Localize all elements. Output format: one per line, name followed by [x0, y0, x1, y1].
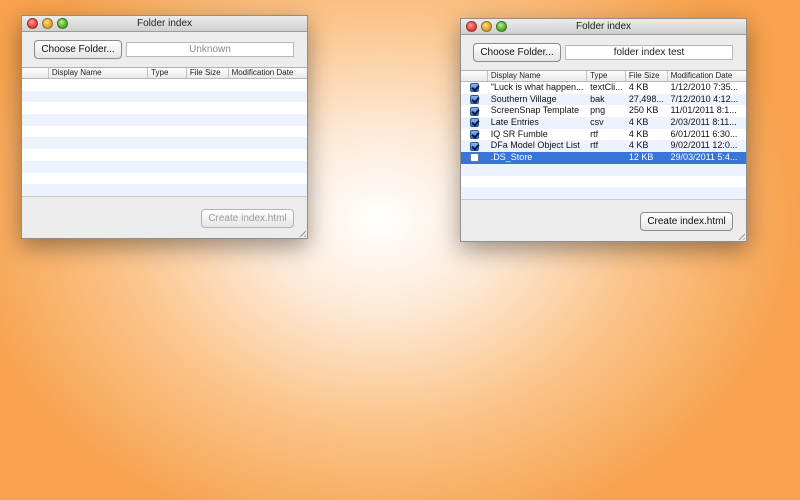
type-cell: rtf — [590, 128, 599, 139]
modification-date-cell: 1/12/2010 7:35... — [670, 82, 739, 92]
empty-row — [22, 184, 307, 196]
modification-date-cell: 29/03/2011 5:4... — [670, 152, 738, 163]
choose-folder-button[interactable]: Choose Folder... — [473, 43, 561, 62]
file-size-cell: 4 KB — [628, 140, 649, 151]
column-header-file-size[interactable]: File Size — [626, 71, 668, 81]
table-row[interactable]: Late Entries csv 4 KB 2/03/2011 8:11... — [461, 117, 746, 129]
empty-row — [22, 79, 307, 91]
table-body — [22, 79, 307, 196]
include-cell — [461, 152, 488, 164]
choose-folder-button[interactable]: Choose Folder... — [34, 40, 122, 59]
resize-grip-icon[interactable] — [297, 228, 306, 237]
empty-row — [22, 90, 307, 103]
folder-index-window-empty: Folder index Choose Folder... Unknown Di… — [21, 15, 308, 239]
minimize-window-icon[interactable] — [42, 18, 53, 29]
file-size-cell: 4 KB — [628, 128, 649, 139]
include-checkbox[interactable] — [469, 153, 479, 163]
minimize-window-icon[interactable] — [481, 21, 492, 32]
include-cell — [461, 105, 488, 117]
type-cell: textCli... — [590, 82, 623, 92]
include-checkbox[interactable] — [469, 106, 479, 116]
display-name-cell: IQ SR Fumble — [490, 128, 548, 139]
display-name-cell: "Luck is what happen... — [490, 82, 584, 92]
close-window-icon[interactable] — [27, 18, 38, 29]
include-checkbox[interactable] — [469, 141, 479, 151]
empty-row — [22, 114, 307, 126]
empty-row — [461, 187, 746, 199]
include-checkbox[interactable] — [469, 95, 479, 105]
type-cell: csv — [590, 117, 604, 128]
display-name-cell: ScreenSnap Template — [490, 105, 580, 116]
display-name-cell: Late Entries — [490, 117, 539, 128]
type-cell: bak — [590, 93, 605, 104]
titlebar[interactable]: Folder index — [22, 16, 307, 32]
table-row[interactable]: "Luck is what happen... textCli... 4 KB 1/1… — [461, 82, 746, 94]
file-size-cell: 4 KB — [628, 117, 649, 128]
zoom-window-icon[interactable] — [496, 21, 507, 32]
display-name-cell: Southern Village — [490, 93, 557, 104]
column-header-type[interactable]: Type — [587, 71, 626, 81]
include-cell — [461, 94, 488, 106]
modification-date-cell: 7/12/2010 4:12... — [670, 93, 739, 104]
file-table[interactable]: Display Name Type File Size Modification… — [22, 67, 307, 197]
include-cell — [461, 117, 488, 129]
empty-row — [22, 149, 307, 161]
empty-row — [22, 137, 307, 150]
modification-date-cell: 6/01/2011 6:30... — [670, 128, 738, 139]
modification-date-cell: 2/03/2011 8:11... — [670, 117, 737, 128]
column-header-display-name[interactable]: Display Name — [49, 68, 149, 78]
create-index-button[interactable]: Create index.html — [640, 212, 733, 231]
file-size-cell: 250 KB — [628, 105, 659, 116]
empty-row — [461, 176, 746, 188]
column-header-type[interactable]: Type — [148, 68, 187, 78]
empty-row — [22, 173, 307, 185]
zoom-window-icon[interactable] — [57, 18, 68, 29]
empty-row — [22, 160, 307, 173]
include-cell — [461, 140, 488, 152]
resize-grip-icon[interactable] — [736, 231, 745, 240]
table-row[interactable]: .DS_Store 12 KB 29/03/2011 5:4... — [461, 152, 746, 164]
folder-path-field: folder index test — [565, 45, 733, 60]
table-row[interactable]: IQ SR Fumble rtf 4 KB 6/01/2011 6:30... — [461, 129, 746, 141]
include-cell — [461, 129, 488, 141]
table-row[interactable]: Southern Village bak 27,498... 7/12/2010 4:… — [461, 93, 746, 106]
folder-index-window-populated: Folder index Choose Folder... folder ind… — [460, 18, 747, 242]
titlebar[interactable]: Folder index — [461, 19, 746, 35]
table-header: Display Name Type File Size Modification… — [461, 71, 746, 82]
type-cell: rtf — [590, 140, 599, 151]
display-name-cell: DFa Model Object List — [490, 140, 580, 151]
include-cell — [461, 82, 488, 94]
table-row[interactable]: ScreenSnap Template png 250 KB 11/01/2011 8… — [461, 105, 746, 117]
file-size-cell: 12 KB — [628, 152, 654, 163]
folder-path-field: Unknown — [126, 42, 294, 57]
file-table[interactable]: Display Name Type File Size Modification… — [461, 70, 746, 200]
file-size-cell: 4 KB — [628, 82, 649, 92]
modification-date-cell: 9/02/2011 12:0... — [670, 140, 738, 151]
include-checkbox[interactable] — [469, 83, 479, 93]
include-checkbox[interactable] — [469, 130, 479, 140]
file-size-cell: 27,498... — [628, 93, 664, 104]
window-title: Folder index — [575, 21, 632, 32]
display-name-cell: .DS_Store — [490, 152, 533, 163]
type-cell: png — [590, 105, 606, 116]
window-title: Folder index — [136, 18, 193, 29]
create-index-button[interactable]: Create index.html — [201, 209, 294, 228]
modification-date-cell: 11/01/2011 8:1... — [670, 105, 737, 116]
type-cell — [587, 152, 626, 164]
close-window-icon[interactable] — [466, 21, 477, 32]
table-row[interactable]: DFa Model Object List rtf 4 KB 9/02/2011 12… — [461, 140, 746, 153]
column-header-modification-date[interactable]: Modification Date — [668, 71, 746, 81]
column-header-display-name[interactable]: Display Name — [488, 71, 588, 81]
column-header-modification-date[interactable]: Modification Date — [229, 68, 307, 78]
empty-row — [22, 102, 307, 114]
table-body: "Luck is what happen... textCli... 4 KB 1/1… — [461, 82, 746, 199]
empty-row — [461, 163, 746, 176]
include-checkbox[interactable] — [469, 118, 479, 128]
column-header-file-size[interactable]: File Size — [187, 68, 229, 78]
empty-row — [22, 126, 307, 138]
column-header-include[interactable] — [22, 68, 49, 78]
table-header: Display Name Type File Size Modification… — [22, 68, 307, 79]
column-header-include[interactable] — [461, 71, 488, 81]
